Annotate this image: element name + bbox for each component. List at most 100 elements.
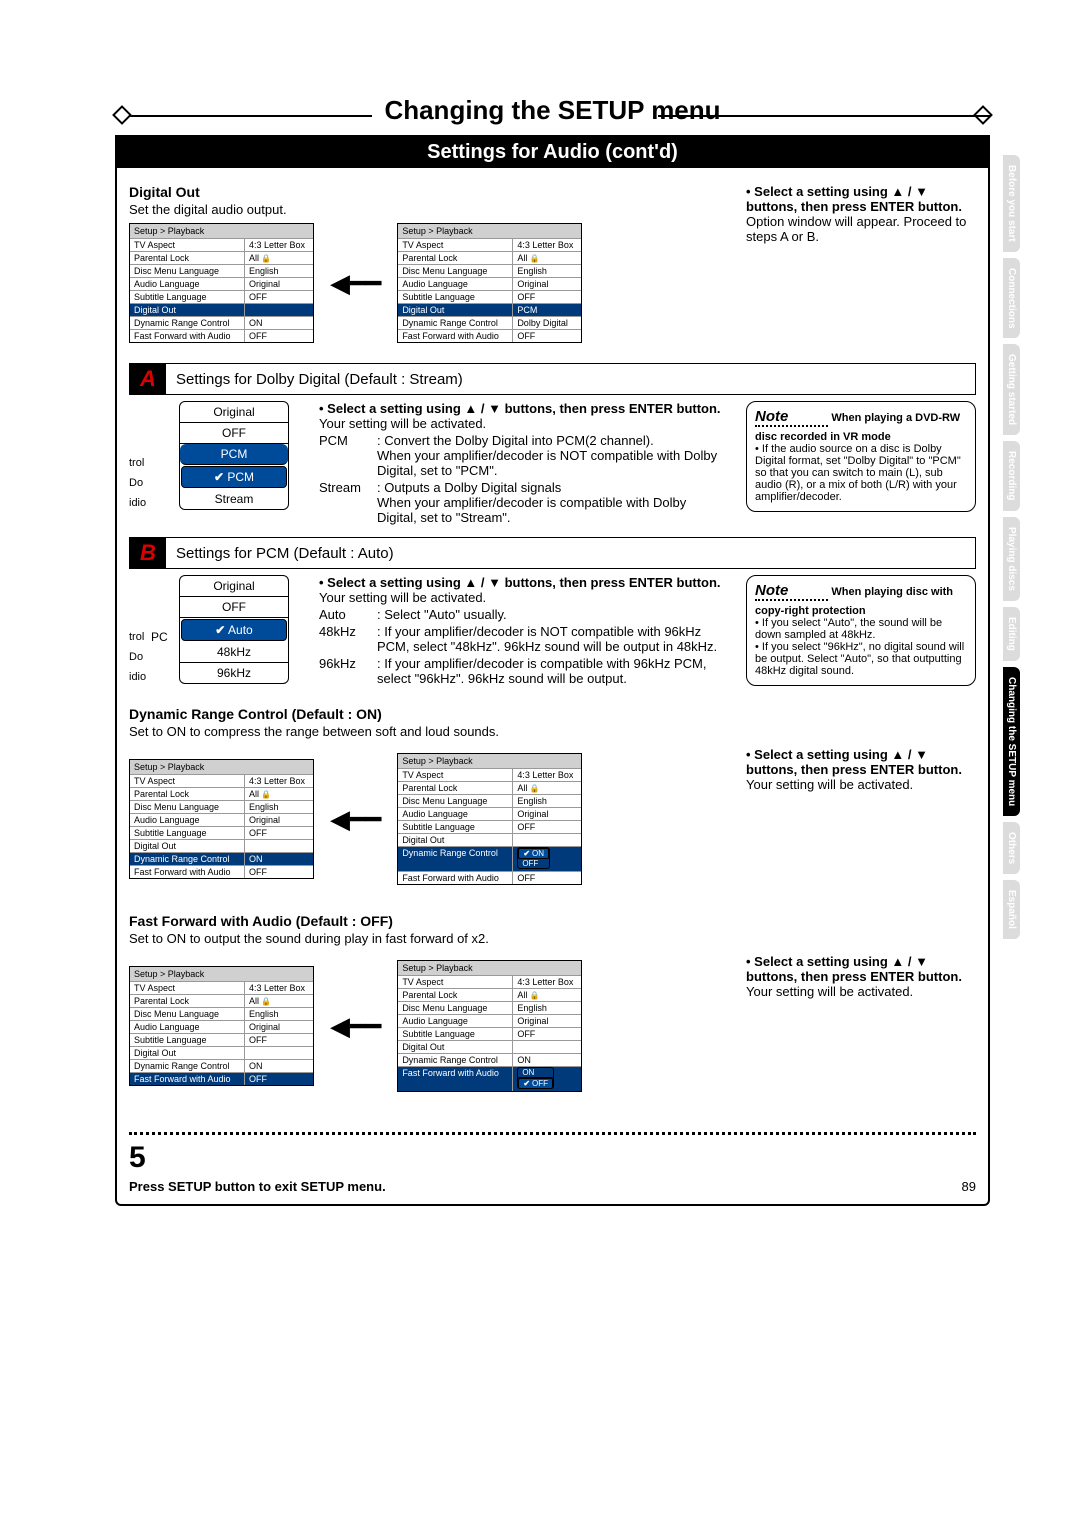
arrow-left-icon: ◀━━: [330, 1011, 381, 1042]
popup-item[interactable]: PCM: [180, 444, 288, 465]
setup-row: Subtitle LanguageOFF: [398, 1027, 581, 1040]
section-a-heading-text: Settings for Dolby Digital (Default : St…: [166, 369, 473, 390]
side-tab[interactable]: Español: [1003, 880, 1020, 939]
side-tab[interactable]: Playing discs: [1003, 517, 1020, 601]
setup-row: Dynamic Range ControlON: [130, 852, 313, 865]
popup-item[interactable]: OFF: [180, 597, 288, 618]
setup-row: TV Aspect4:3 Letter Box: [130, 774, 313, 787]
setup-row: Audio LanguageOriginal: [398, 277, 581, 290]
setup-row: Digital Out: [398, 833, 581, 846]
setup-row: Fast Forward with AudioOFF: [398, 871, 581, 884]
popup-item[interactable]: OFF: [180, 423, 288, 444]
popup-item[interactable]: 96kHz: [180, 663, 288, 683]
side-tab[interactable]: Changing the SETUP menu: [1003, 667, 1020, 816]
side-tab[interactable]: Getting started: [1003, 344, 1020, 435]
section-b-heading-text: Settings for PCM (Default : Auto): [166, 543, 404, 564]
side-tabs: Before you start Connections Getting start…: [1003, 155, 1020, 939]
subtitle: Settings for Audio (cont'd): [117, 137, 988, 168]
setup-row: Digital OutPCM: [398, 303, 581, 316]
setup-row: Dynamic Range ControlON: [398, 1053, 581, 1066]
setup-row: Fast Forward with AudioOFF: [398, 329, 581, 342]
section-digital-out: Digital Out Set the digital audio output…: [117, 168, 988, 363]
setup-row: TV Aspect4:3 Letter Box: [398, 975, 581, 988]
a-desc-bold: • Select a setting using ▲ / ▼ buttons, …: [319, 401, 721, 416]
section-b-heading: B Settings for PCM (Default : Auto): [129, 537, 976, 569]
setup-row: Dynamic Range ControlDolby Digital: [398, 316, 581, 329]
setup-row: Parental LockAll: [130, 994, 313, 1007]
setup-box-left: Setup > Playback TV Aspect4:3 Letter Box…: [129, 223, 314, 343]
setup-row: Subtitle LanguageOFF: [398, 820, 581, 833]
divider-dotted: [129, 1132, 976, 1135]
setup-row: Disc Menu LanguageEnglish: [398, 264, 581, 277]
b-desc-activated: Your setting will be activated.: [319, 590, 486, 605]
section-ffa: Fast Forward with Audio (Default : OFF) …: [117, 905, 988, 1112]
setup-row: Parental LockAll: [130, 251, 313, 264]
setup-row: Subtitle LanguageOFF: [130, 1033, 313, 1046]
setup-breadcrumb: Setup > Playback: [130, 224, 313, 238]
setup-row: TV Aspect4:3 Letter Box: [130, 238, 313, 251]
setup-row: Fast Forward with AudioOFF: [130, 329, 313, 342]
setup-row: Fast Forward with AudioONOFF: [398, 1066, 581, 1091]
digital-out-right-bold: • Select a setting using ▲ / ▼ buttons, …: [746, 184, 962, 214]
ffa-heading: Fast Forward with Audio (Default : OFF): [129, 913, 976, 929]
popup-item[interactable]: Stream: [180, 489, 288, 509]
arrow-left-icon: ◀━━: [330, 268, 381, 299]
popup-item[interactable]: Original: [180, 402, 288, 423]
setup-box-ffa-right: Setup > Playback TV Aspect4:3 Letter Box…: [397, 960, 582, 1092]
setup-row: Audio LanguageOriginal: [130, 1020, 313, 1033]
popup-item-selected[interactable]: ✔ Auto: [181, 619, 287, 641]
note-a-body: If the audio source on a disc is Dolby D…: [755, 443, 967, 503]
digital-out-heading: Digital Out: [129, 184, 716, 200]
setup-row: Digital Out: [130, 303, 313, 316]
drc-heading: Dynamic Range Control (Default : ON): [129, 706, 976, 722]
ffa-right-bold: • Select a setting using ▲ / ▼ buttons, …: [746, 954, 962, 984]
b-desc-bold: • Select a setting using ▲ / ▼ buttons, …: [319, 575, 721, 590]
side-tab[interactable]: Editing: [1003, 607, 1020, 661]
setup-row: Dynamic Range ControlON: [130, 1059, 313, 1072]
setup-row: TV Aspect4:3 Letter Box: [398, 238, 581, 251]
setup-row: Digital Out: [398, 1040, 581, 1053]
page-title: Changing the SETUP menu: [372, 91, 732, 130]
step-number: 5: [129, 1141, 976, 1175]
setup-row: Audio LanguageOriginal: [398, 1014, 581, 1027]
setup-row: Fast Forward with AudioOFF: [130, 1072, 313, 1085]
digital-out-right-text: Option window will appear. Proceed to st…: [746, 214, 966, 244]
setup-row: Subtitle LanguageOFF: [398, 290, 581, 303]
setup-box-drc-right: Setup > Playback TV Aspect4:3 Letter Box…: [397, 753, 582, 885]
step-text: Press SETUP button to exit SETUP menu.: [129, 1179, 386, 1194]
a-desc-activated: Your setting will be activated.: [319, 416, 486, 431]
setup-row: Digital Out: [130, 1046, 313, 1059]
setup-row: Fast Forward with AudioOFF: [130, 865, 313, 878]
setup-row: Audio LanguageOriginal: [398, 807, 581, 820]
drc-right-bold: • Select a setting using ▲ / ▼ buttons, …: [746, 747, 962, 777]
a-stream-text: : Outputs a Dolby Digital signals When y…: [377, 480, 726, 525]
setup-row: Subtitle LanguageOFF: [130, 290, 313, 303]
side-tab[interactable]: Before you start: [1003, 155, 1020, 252]
side-tab[interactable]: Recording: [1003, 441, 1020, 510]
setup-row: Disc Menu LanguageEnglish: [130, 800, 313, 813]
setup-row: Audio LanguageOriginal: [130, 813, 313, 826]
setup-row: Parental LockAll: [130, 787, 313, 800]
setup-row: Parental LockAll: [398, 781, 581, 794]
drc-right-text: Your setting will be activated.: [746, 777, 913, 792]
pcm-popup: trol Do idio PC Original OFF ✔ Auto 48kH…: [129, 575, 299, 684]
setup-row: Disc Menu LanguageEnglish: [398, 1001, 581, 1014]
setup-row: Digital Out: [130, 839, 313, 852]
page-title-bar: Changing the SETUP menu: [115, 95, 990, 135]
dolby-popup: trol Do idio Original OFF PCM ✔ PCM Stre…: [129, 401, 299, 510]
a-pcm-text: : Convert the Dolby Digital into PCM(2 c…: [377, 433, 726, 478]
page-number: 89: [962, 1179, 976, 1194]
setup-row: Disc Menu LanguageEnglish: [398, 794, 581, 807]
side-tab[interactable]: Connections: [1003, 258, 1020, 339]
setup-box-right: Setup > Playback TV Aspect4:3 Letter Box…: [397, 223, 582, 343]
setup-box-ffa-left: Setup > Playback TV Aspect4:3 Letter Box…: [129, 966, 314, 1086]
popup-item[interactable]: Original: [180, 576, 288, 597]
setup-row: Subtitle LanguageOFF: [130, 826, 313, 839]
popup-item[interactable]: 48kHz: [180, 642, 288, 663]
setup-box-drc-left: Setup > Playback TV Aspect4:3 Letter Box…: [129, 759, 314, 879]
side-tab[interactable]: Others: [1003, 822, 1020, 874]
drc-desc: Set to ON to compress the range between …: [129, 724, 976, 739]
setup-row: Disc Menu LanguageEnglish: [130, 264, 313, 277]
diamond-right-icon: [973, 105, 993, 125]
popup-item-selected[interactable]: ✔ PCM: [181, 466, 287, 488]
